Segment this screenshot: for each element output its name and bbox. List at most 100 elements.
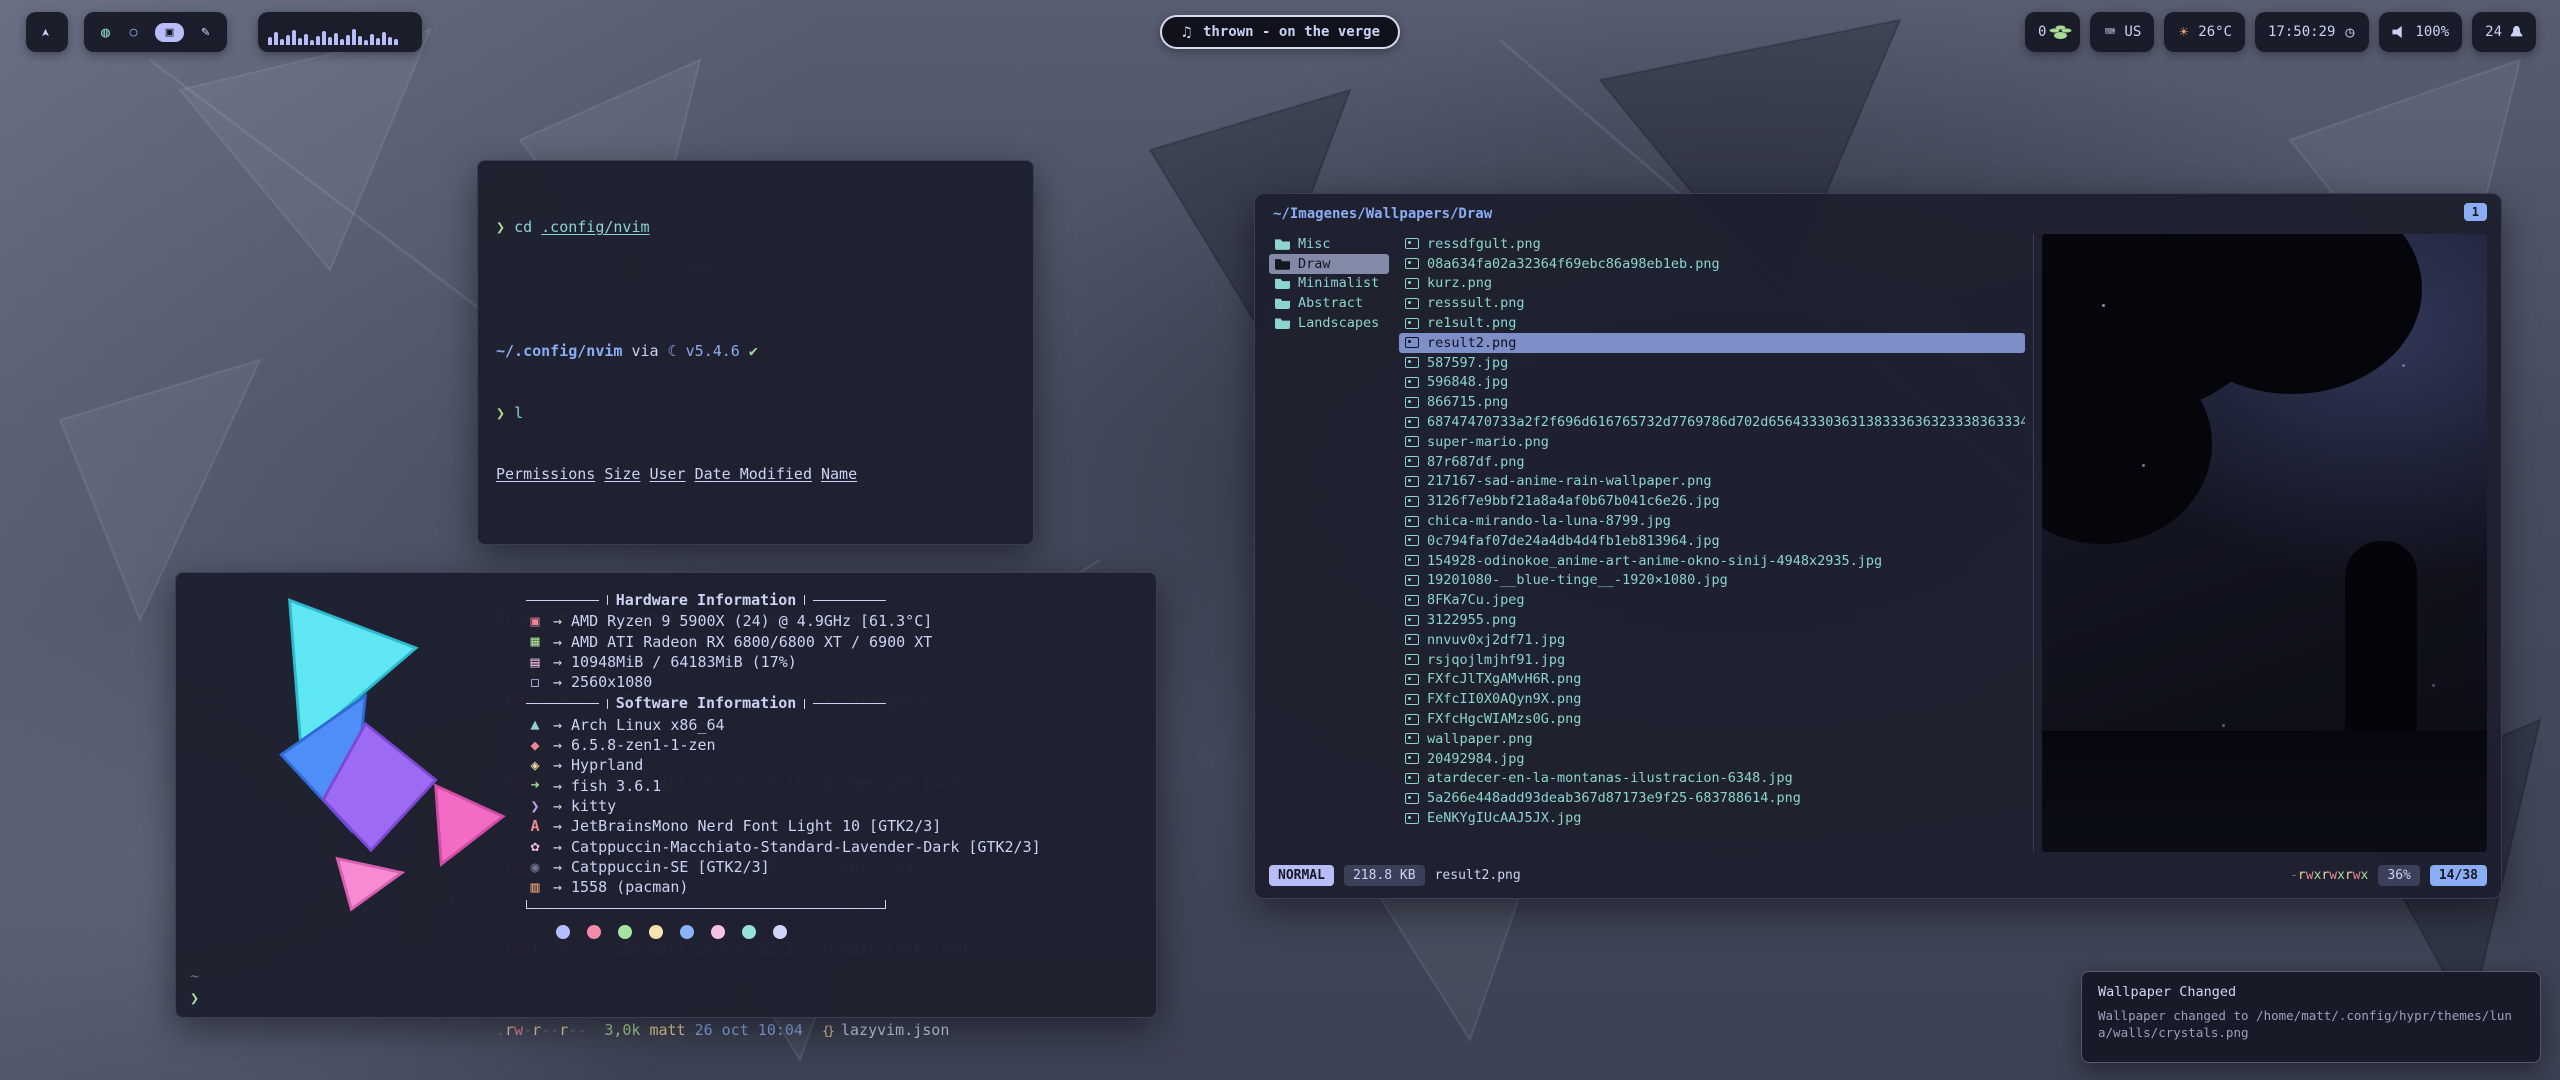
launcher-button[interactable] (26, 12, 68, 52)
fetch-row: → 6.5.8-zen1-1-zen (526, 735, 1136, 755)
fetch-value: Hyprland (571, 755, 643, 775)
file-item[interactable]: EeNKYgIUcAAJ5JX.jpg (1399, 808, 2025, 828)
file-name: resssult.png (1427, 295, 1525, 311)
file-item[interactable]: 3126f7e9bbf21a8a4af0b67b041c6e26.jpg (1399, 491, 2025, 511)
volume-module[interactable]: 100% (2379, 12, 2462, 52)
command-arg: .config/nvim (541, 217, 649, 238)
file-item[interactable]: resssult.png (1399, 293, 2025, 313)
image-file-icon (1405, 238, 1419, 249)
file-item[interactable]: wallpaper.png (1399, 729, 2025, 749)
arrow-icon: → (553, 672, 562, 692)
file-item[interactable]: ressdfgult.png (1399, 234, 2025, 254)
image-file-icon (1405, 278, 1419, 289)
file-item[interactable]: 8FKa7Cu.jpeg (1399, 590, 2025, 610)
clock-time: 17:50:29 (2268, 24, 2335, 40)
weather-module[interactable]: 26°C (2164, 12, 2245, 52)
terminal-window[interactable]: ❯ cd .config/nvim ~/.config/nvim via ☾ v… (477, 160, 1034, 545)
folder-item[interactable]: Abstract (1269, 293, 1389, 313)
file-item[interactable]: rsjqojlmjhf91.jpg (1399, 650, 2025, 670)
graph-bar (388, 37, 392, 45)
file-name: 587597.jpg (1427, 355, 1508, 371)
workspace-item[interactable] (99, 25, 112, 40)
file-item[interactable]: FXfcII0X0AQyn9X.png (1399, 689, 2025, 709)
graph-bar (310, 40, 314, 45)
folder-name: Draw (1298, 256, 1331, 272)
workspace-item[interactable] (155, 23, 184, 42)
file-item[interactable]: 19201080-__blue-tinge__-1920×1080.jpg (1399, 571, 2025, 591)
image-file-icon (1405, 357, 1419, 368)
image-preview (2042, 234, 2487, 852)
image-file-icon (1405, 496, 1419, 507)
file-item[interactable]: 587597.jpg (1399, 353, 2025, 373)
file-item[interactable]: super-mario.png (1399, 432, 2025, 452)
status-modules: 0 US 26°C 17:50:29 100% 24 (2025, 12, 2536, 52)
tab-indicator[interactable]: 1 (2464, 203, 2487, 221)
file-name: 68747470733a2f2f696d616765732d7769786d70… (1427, 414, 2025, 430)
file-item[interactable]: 866715.png (1399, 392, 2025, 412)
file-item[interactable]: chica-mirando-la-luna-8799.jpg (1399, 511, 2025, 531)
file-item[interactable]: 0c794faf07de24a4db4d4fb1eb813964.jpg (1399, 531, 2025, 551)
image-file-icon (1405, 476, 1419, 487)
software-rows: → Arch Linux x86_64 → 6.5.8-zen1-1-zen →… (526, 715, 1136, 898)
folder-icon (1275, 238, 1290, 250)
cwd: ~/.config/nvim (496, 341, 622, 362)
volume-level: 100% (2415, 24, 2449, 40)
fetch-value: 10948MiB / 64183MiB (17%) (571, 652, 797, 672)
file-item[interactable]: 87r687df.png (1399, 452, 2025, 472)
updates-module[interactable]: 0 (2025, 12, 2080, 52)
arrow-icon: → (553, 755, 562, 775)
folder-item[interactable]: Minimalist (1269, 274, 1389, 294)
graph-bar (280, 39, 284, 45)
file-manager-window[interactable]: ~/Imagenes/Wallpapers/Draw 1 Misc Draw (1254, 193, 2502, 899)
file-item[interactable]: 08a634fa02a32364f69ebc86a98eb1eb.png (1399, 254, 2025, 274)
terminal-color-palette (556, 925, 1136, 939)
file-item[interactable]: 5a266e448add93deab367d87173e9f25-6837886… (1399, 788, 2025, 808)
palette-dot (649, 925, 663, 939)
file-name: 87r687df.png (1427, 454, 1525, 470)
file-item[interactable]: 217167-sad-anime-rain-wallpaper.png (1399, 472, 2025, 492)
notifications-module[interactable]: 24 (2472, 12, 2536, 52)
folder-item[interactable]: Draw (1269, 254, 1389, 274)
file-item[interactable]: 68747470733a2f2f696d616765732d7769786d70… (1399, 412, 2025, 432)
fetch-terminal-window[interactable]: Hardware Information → AMD Ryzen 9 5900X… (175, 572, 1157, 1018)
arrow-icon: → (553, 816, 562, 836)
graph-bar (346, 35, 350, 45)
media-player-widget[interactable]: thrown - on the verge (1160, 15, 1400, 49)
file-item[interactable]: re1sult.png (1399, 313, 2025, 333)
cpu-graph-widget[interactable] (258, 12, 422, 52)
file-item[interactable]: 154928-odinokoe_anime-art-anime-okno-sin… (1399, 551, 2025, 571)
file-item[interactable]: kurz.png (1399, 274, 2025, 294)
file-item[interactable]: FXfcHgcWIAMzs0G.png (1399, 709, 2025, 729)
packages-icon (526, 880, 544, 895)
fetch-row: → Catppuccin-Macchiato-Standard-Lavender… (526, 837, 1136, 857)
folder-item[interactable]: Landscapes (1269, 313, 1389, 333)
file-item[interactable]: 596848.jpg (1399, 373, 2025, 393)
display-icon (526, 675, 544, 690)
graph-bar (268, 37, 272, 45)
keyboard-layout-module[interactable]: US (2090, 12, 2154, 52)
file-item[interactable]: nnvuv0xj2df71.jpg (1399, 630, 2025, 650)
file-name: EeNKYgIUcAAJ5JX.jpg (1427, 810, 1581, 826)
file-item[interactable]: FXfcJlTXgAMvH6R.png (1399, 670, 2025, 690)
files-icon (163, 26, 176, 39)
file-item[interactable]: 3122955.png (1399, 610, 2025, 630)
workspace-item[interactable] (127, 26, 140, 39)
fetch-info: Hardware Information → AMD Ryzen 9 5900X… (526, 589, 1136, 939)
notification-popup[interactable]: Wallpaper Changed Wallpaper changed to /… (2081, 971, 2541, 1063)
folder-item[interactable]: Misc (1269, 234, 1389, 254)
folder-name: Landscapes (1298, 315, 1379, 331)
fetch-value: Catppuccin-SE [GTK2/3] (571, 857, 770, 877)
clock-module[interactable]: 17:50:29 (2255, 12, 2369, 52)
file-item[interactable]: atardecer-en-la-montanas-ilustracion-634… (1399, 769, 2025, 789)
image-file-icon (1405, 575, 1419, 586)
file-item[interactable]: result2.png (1399, 333, 2025, 353)
graph-bar (376, 38, 380, 45)
file-name: 3126f7e9bbf21a8a4af0b67b041c6e26.jpg (1427, 493, 1720, 509)
arrow-icon: → (553, 632, 562, 652)
mode-badge: NORMAL (1269, 865, 1334, 886)
workspace-item[interactable] (199, 25, 212, 39)
file-item[interactable]: 20492984.jpg (1399, 749, 2025, 769)
graph-bar (286, 35, 290, 45)
hardware-section-header: Hardware Information (526, 590, 886, 610)
fetch-value: kitty (571, 796, 616, 816)
